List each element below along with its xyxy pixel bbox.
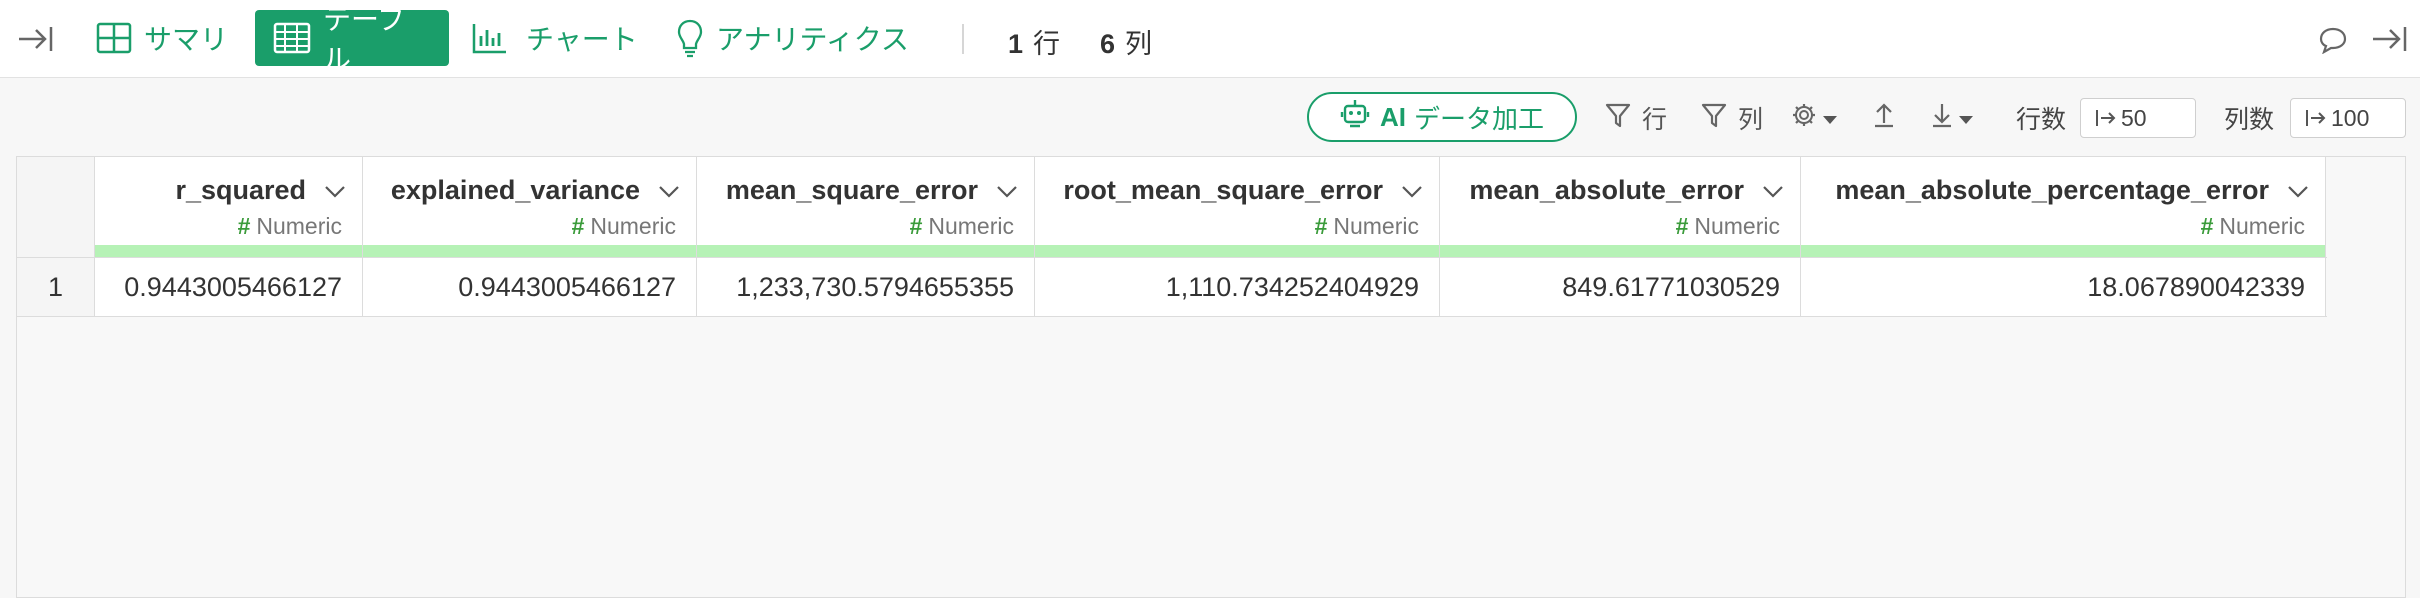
column-filter-label: 列 xyxy=(1738,106,1764,134)
column-type-bar xyxy=(697,245,1034,257)
arrow-right-bar-icon xyxy=(2305,107,2327,135)
upload-button[interactable] xyxy=(1872,98,1896,138)
comment-icon[interactable] xyxy=(2316,24,2350,56)
arrow-right-bar-icon xyxy=(2095,107,2117,135)
upload-icon xyxy=(1872,101,1896,136)
tab-analytics[interactable]: アナリティクス xyxy=(676,10,909,66)
top-toolbar: サマリ テーブル チャート アナリティクス 1 行 6 列 xyxy=(0,0,2420,78)
table-cell[interactable]: 0.9443005466127 xyxy=(363,258,697,316)
numeric-hash-icon: # xyxy=(909,213,923,239)
column-count-unit: 列 xyxy=(1125,29,1153,59)
ai-data-processing-button[interactable]: AI データ加工 xyxy=(1307,92,1577,142)
numeric-hash-icon: # xyxy=(1675,213,1689,239)
row-filter-button[interactable]: 行 xyxy=(1604,98,1667,138)
column-count: 6 列 xyxy=(1100,22,1152,61)
row-count-value: 1 xyxy=(1008,29,1024,59)
table-cell[interactable]: 849.61771030529 xyxy=(1440,258,1801,316)
tab-summary-label: サマリ xyxy=(144,24,229,55)
table-icon xyxy=(273,22,311,54)
tab-chart[interactable]: チャート xyxy=(472,10,638,66)
chevron-down-icon[interactable] xyxy=(996,185,1018,204)
column-name: explained_variance xyxy=(390,175,640,205)
numeric-hash-icon: # xyxy=(237,213,251,239)
column-header[interactable]: root_mean_square_error # Numeric xyxy=(1035,157,1440,257)
column-header[interactable]: mean_square_error # Numeric xyxy=(697,157,1035,257)
rows-label: 行数 xyxy=(2016,106,2067,134)
column-type-bar xyxy=(95,245,362,257)
numeric-hash-icon: # xyxy=(1314,213,1328,239)
cols-label: 列数 xyxy=(2224,106,2275,134)
column-name: mean_absolute_percentage_error xyxy=(1835,175,2269,205)
toolbar-divider xyxy=(962,24,964,54)
filter-icon xyxy=(1700,101,1728,136)
row-number: 1 xyxy=(17,258,95,316)
settings-dropdown[interactable] xyxy=(1790,98,1838,138)
gear-icon xyxy=(1790,101,1818,136)
summary-grid-icon xyxy=(96,22,132,54)
chevron-down-icon[interactable] xyxy=(658,185,680,204)
row-number-header xyxy=(17,157,95,257)
column-type: # Numeric xyxy=(2200,213,2305,239)
column-type-bar xyxy=(363,245,696,257)
column-type: # Numeric xyxy=(571,213,676,239)
tab-table-label: テーブル xyxy=(323,4,406,75)
column-name: root_mean_square_error xyxy=(1063,175,1383,205)
column-header[interactable]: mean_absolute_error # Numeric xyxy=(1440,157,1801,257)
rows-limit-field[interactable]: 50 xyxy=(2080,98,2196,138)
tab-chart-label: チャート xyxy=(526,24,638,55)
column-filter-button[interactable]: 列 xyxy=(1700,98,1763,138)
table-cell[interactable]: 0.9443005466127 xyxy=(95,258,363,316)
numeric-hash-icon: # xyxy=(2200,213,2214,239)
column-name: mean_square_error xyxy=(725,175,978,205)
column-type-bar xyxy=(1801,245,2325,257)
table-row: 1 0.9443005466127 0.9443005466127 1,233,… xyxy=(17,257,2327,317)
tab-summary[interactable]: サマリ xyxy=(96,10,228,66)
column-count-value: 6 xyxy=(1100,29,1116,59)
rows-limit-value: 50 xyxy=(2121,104,2147,131)
bar-chart-icon xyxy=(472,22,508,54)
column-name: r_squared xyxy=(175,175,306,205)
chevron-down-icon[interactable] xyxy=(324,185,346,204)
table-cell[interactable]: 1,110.734252404929 xyxy=(1035,258,1440,316)
tab-table[interactable]: テーブル xyxy=(255,4,449,75)
numeric-hash-icon: # xyxy=(571,213,585,239)
row-count-unit: 行 xyxy=(1033,29,1061,59)
chevron-down-icon[interactable] xyxy=(2287,185,2309,204)
column-name: mean_absolute_error xyxy=(1469,175,1744,205)
ai-button-ai-text: AI xyxy=(1379,101,1406,132)
filter-icon xyxy=(1604,101,1632,136)
collapse-panel-icon[interactable] xyxy=(2368,22,2410,56)
column-type-bar xyxy=(1440,245,1800,257)
chevron-down-icon[interactable] xyxy=(1401,185,1423,204)
download-dropdown[interactable] xyxy=(1930,98,1974,138)
column-header[interactable]: r_squared # Numeric xyxy=(95,157,363,257)
chevron-down-icon[interactable] xyxy=(1762,185,1784,204)
column-type: # Numeric xyxy=(1314,213,1419,239)
row-count: 1 行 xyxy=(1008,22,1060,61)
robot-icon xyxy=(1340,98,1370,137)
download-icon xyxy=(1930,101,1954,136)
column-type: # Numeric xyxy=(1675,213,1780,239)
column-type: # Numeric xyxy=(237,213,342,239)
column-header[interactable]: mean_absolute_percentage_error # Numeric xyxy=(1801,157,2326,257)
column-header[interactable]: explained_variance # Numeric xyxy=(363,157,697,257)
tab-analytics-label: アナリティクス xyxy=(716,24,909,55)
ai-button-label: データ加工 xyxy=(1413,103,1544,134)
column-type-bar xyxy=(1035,245,1439,257)
caret-down-icon xyxy=(1958,104,1974,133)
expand-sidebar-icon[interactable] xyxy=(14,22,56,56)
cols-limit-value: 100 xyxy=(2331,104,2370,131)
lightbulb-icon xyxy=(676,18,704,58)
column-type: # Numeric xyxy=(909,213,1014,239)
table-cell[interactable]: 18.067890042339 xyxy=(1801,258,2326,316)
data-table: r_squared # Numeric explained_variance # N… xyxy=(16,156,2406,598)
caret-down-icon xyxy=(1822,104,1838,133)
row-filter-label: 行 xyxy=(1642,106,1668,134)
cols-limit-field[interactable]: 100 xyxy=(2290,98,2406,138)
table-cell[interactable]: 1,233,730.5794655355 xyxy=(697,258,1035,316)
